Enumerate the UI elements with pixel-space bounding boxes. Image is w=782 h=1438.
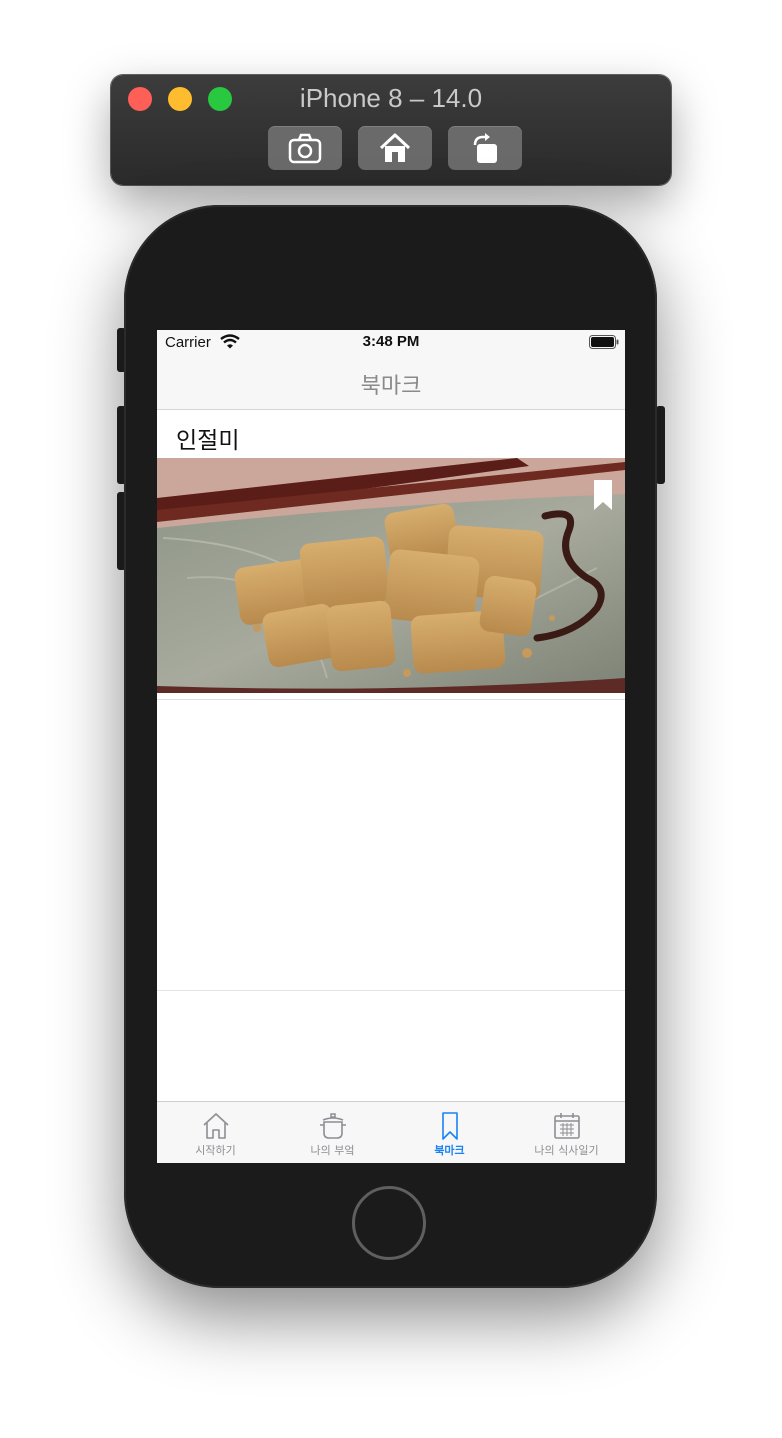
simulator-window: iPhone 8 – 14.0 (111, 75, 671, 185)
tab-meal-diary[interactable]: 나의 식사일기 (508, 1102, 625, 1163)
house-icon (202, 1113, 229, 1139)
simulator-title: iPhone 8 – 14.0 (299, 83, 483, 113)
injeolmi-illustration (157, 458, 625, 693)
screenshot-button[interactable] (268, 126, 342, 170)
tab-start[interactable]: 시작하기 (157, 1102, 274, 1163)
battery-icon (589, 335, 619, 349)
device-screen: Carrier 3:48 PM 북마크 인절미 시작하기 나의 부엌 북마크 나… (157, 330, 625, 1163)
pot-icon (319, 1113, 346, 1139)
tab-my-kitchen[interactable]: 나의 부엌 (274, 1102, 391, 1163)
tab-label: 나의 식사일기 (534, 1144, 599, 1157)
tab-label: 북마크 (434, 1144, 465, 1157)
bookmark-cell[interactable]: 인절미 (157, 411, 625, 700)
bookmark-title: 인절미 (176, 428, 240, 454)
status-bar: Carrier 3:48 PM (157, 330, 625, 356)
table-separator (157, 990, 625, 991)
bookmark-icon (441, 1112, 458, 1140)
navigation-bar: 북마크 (157, 356, 625, 410)
home-button[interactable] (358, 126, 432, 170)
home-icon (379, 133, 411, 162)
tab-bar: 시작하기 나의 부엌 북마크 나의 식사일기 (157, 1101, 625, 1163)
tab-label: 나의 부엌 (310, 1144, 355, 1157)
calendar-icon (553, 1113, 580, 1139)
tab-bookmark[interactable]: 북마크 (391, 1102, 508, 1163)
nav-title: 북마크 (360, 374, 422, 399)
device-home-button[interactable] (352, 1186, 426, 1260)
rotate-icon (473, 133, 497, 163)
stage: iPhone 8 – 14.0 Carrier 3:48 PM 북마크 인절미 … (0, 0, 782, 1438)
tab-label: 시작하기 (195, 1144, 236, 1157)
injeolmi-photo (157, 458, 625, 693)
camera-icon (288, 133, 322, 164)
rotate-button[interactable] (448, 126, 522, 170)
power-button (656, 406, 665, 484)
status-time: 3:48 PM (362, 333, 420, 350)
bookmark-filled-icon[interactable] (593, 479, 613, 511)
